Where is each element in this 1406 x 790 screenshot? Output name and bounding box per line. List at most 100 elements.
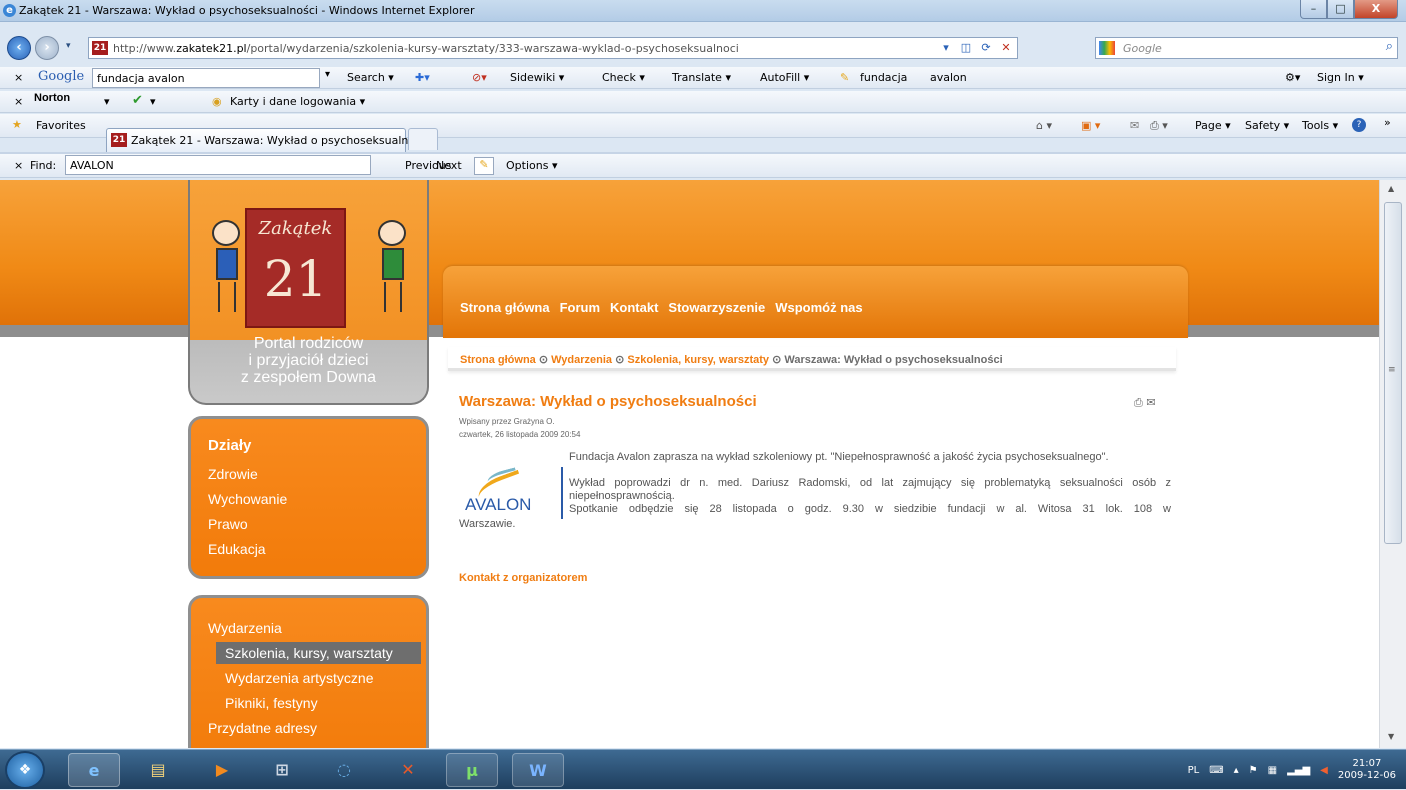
safe-web-dropdown-icon[interactable]: ▾ bbox=[150, 95, 156, 108]
norton-toolbar-close-icon[interactable]: × bbox=[14, 95, 23, 108]
new-tab-button[interactable] bbox=[408, 128, 438, 150]
spell-check-button[interactable]: Check ▾ bbox=[602, 71, 645, 84]
stop-icon[interactable]: ✕ bbox=[998, 40, 1014, 56]
add-button-icon[interactable]: ✚▾ bbox=[415, 71, 430, 84]
taskbar-ie-icon[interactable]: e bbox=[68, 753, 120, 787]
highlight-all-icon[interactable]: ✎ bbox=[474, 157, 494, 175]
recent-pages-dropdown-icon[interactable]: ▾ bbox=[66, 41, 71, 51]
search-icon[interactable]: ⌕ bbox=[1386, 39, 1393, 54]
address-dropdown-icon[interactable]: ▾ bbox=[938, 40, 954, 56]
menu-item-events[interactable]: Wydarzenia bbox=[208, 620, 282, 636]
breadcrumb-events[interactable]: Wydarzenia bbox=[551, 354, 612, 366]
norton-toolbar: × Norton ▾ ✔ ▾ ◉ Karty i dane logowania … bbox=[0, 91, 1406, 113]
menu-item-health[interactable]: Zdrowie bbox=[208, 466, 258, 482]
search-box[interactable]: Google ⌕ bbox=[1095, 37, 1398, 59]
help-icon[interactable]: ? bbox=[1352, 118, 1366, 132]
menu-item-picnics[interactable]: Pikniki, festyny bbox=[225, 695, 318, 711]
network-tray-icon[interactable]: ▦ bbox=[1268, 765, 1277, 776]
nav-home[interactable]: Strona główna bbox=[460, 300, 550, 315]
tools-menu[interactable]: Tools ▾ bbox=[1302, 119, 1338, 132]
safe-web-check-icon[interactable]: ✔ bbox=[132, 93, 143, 108]
nav-association[interactable]: Stowarzyszenie bbox=[668, 300, 765, 315]
close-button[interactable]: X bbox=[1354, 0, 1398, 19]
breadcrumb: Strona główna ⊙ Wydarzenia ⊙ Szkolenia, … bbox=[448, 347, 1176, 371]
nav-support[interactable]: Wspomóż nas bbox=[775, 300, 862, 315]
volume-icon[interactable]: ◀ bbox=[1320, 765, 1328, 776]
search-term-avalon[interactable]: avalon bbox=[930, 71, 967, 84]
query-dropdown-icon[interactable]: ▾ bbox=[325, 69, 330, 80]
feeds-icon[interactable]: ▣ ▾ bbox=[1081, 119, 1100, 132]
settings-wrench-icon[interactable]: ⚙▾ bbox=[1285, 71, 1300, 84]
taskbar-utorrent-icon[interactable]: µ bbox=[446, 753, 498, 787]
breadcrumb-home[interactable]: Strona główna bbox=[460, 354, 536, 366]
menu-item-useful-addresses[interactable]: Przydatne adresy bbox=[208, 720, 317, 736]
print-icon[interactable]: ⎙ bbox=[1134, 396, 1143, 409]
norton-dropdown-icon[interactable]: ▾ bbox=[104, 95, 110, 108]
scrollbar-grip-icon: ≡ bbox=[1388, 365, 1396, 375]
norton-logo[interactable]: Norton bbox=[34, 92, 70, 104]
safety-menu[interactable]: Safety ▾ bbox=[1245, 119, 1289, 132]
address-bar[interactable]: 21 http://www.zakatek21.pl/portal/wydarz… bbox=[88, 37, 1018, 59]
google-search-button[interactable]: Search ▾ bbox=[347, 71, 394, 84]
taskbar-word-icon[interactable]: W bbox=[512, 753, 564, 787]
translate-button[interactable]: Translate ▾ bbox=[672, 71, 731, 84]
nav-contact[interactable]: Kontakt bbox=[610, 300, 658, 315]
taskbar-app-icon[interactable]: ✕ bbox=[382, 753, 434, 787]
page-menu[interactable]: Page ▾ bbox=[1195, 119, 1231, 132]
taskbar-explorer-icon[interactable]: ▤ bbox=[132, 753, 184, 787]
menu-item-trainings[interactable]: Szkolenia, kursy, warsztaty bbox=[225, 645, 393, 661]
refresh-icon[interactable]: ⟳ bbox=[978, 40, 994, 56]
search-term-fundacja[interactable]: fundacja bbox=[860, 71, 907, 84]
site-logo-panel[interactable]: Zakątek 21 Portal rodziców i przyjaciół … bbox=[188, 180, 429, 405]
vertical-scrollbar[interactable]: ▲ ≡ ▼ bbox=[1379, 180, 1406, 748]
signal-strength-icon[interactable]: ▂▄▆ bbox=[1287, 765, 1310, 776]
tab-favicon: 21 bbox=[111, 133, 127, 147]
menu-item-law[interactable]: Prawo bbox=[208, 516, 248, 532]
find-bar-close-icon[interactable]: × bbox=[14, 159, 23, 172]
menu-item-upbringing[interactable]: Wychowanie bbox=[208, 491, 287, 507]
home-icon[interactable]: ⌂ ▾ bbox=[1036, 119, 1052, 132]
google-toolbar-close-icon[interactable]: × bbox=[14, 71, 23, 84]
sign-in-button[interactable]: Sign In ▾ bbox=[1317, 71, 1364, 84]
keyboard-icon[interactable]: ⌨ bbox=[1209, 765, 1223, 776]
clock[interactable]: 21:07 2009-12-06 bbox=[1338, 758, 1396, 782]
favorites-button[interactable]: Favorites bbox=[36, 119, 86, 132]
maximize-button[interactable]: □ bbox=[1327, 0, 1354, 19]
highlight-icon[interactable]: ✎ bbox=[840, 71, 849, 84]
taskbar-media-player-icon[interactable]: ▶ bbox=[196, 753, 248, 787]
article-date: czwartek, 26 listopada 2009 20:54 bbox=[459, 430, 581, 439]
show-hidden-icons-icon[interactable]: ▴ bbox=[1234, 765, 1239, 776]
sidewiki-button[interactable]: Sidewiki ▾ bbox=[510, 71, 564, 84]
google-search-input[interactable]: fundacja avalon bbox=[92, 68, 320, 88]
back-button[interactable]: ‹ bbox=[7, 36, 31, 60]
contact-organizer-link[interactable]: Kontakt z organizatorem bbox=[459, 572, 587, 584]
menu-item-education[interactable]: Edukacja bbox=[208, 541, 266, 557]
menu-item-art-events[interactable]: Wydarzenia artystyczne bbox=[225, 670, 373, 686]
more-chevron-icon[interactable]: » bbox=[1384, 116, 1391, 129]
print-icon[interactable]: ⎙ ▾ bbox=[1150, 119, 1168, 133]
popup-blocker-icon[interactable]: ⊘▾ bbox=[472, 71, 487, 84]
browser-tab-active[interactable]: 21 Zakątek 21 - Warszawa: Wykład o psych… bbox=[106, 128, 419, 152]
find-input[interactable]: AVALON bbox=[65, 155, 371, 175]
taskbar-sync-icon[interactable]: ◌ bbox=[318, 753, 370, 787]
compatibility-icon[interactable]: ◫ bbox=[958, 40, 974, 56]
identity-safe-button[interactable]: Karty i dane logowania ▾ bbox=[230, 95, 365, 108]
mail-icon[interactable]: ✉ bbox=[1130, 119, 1139, 132]
scroll-up-icon[interactable]: ▲ bbox=[1388, 184, 1394, 193]
minimize-button[interactable]: – bbox=[1300, 0, 1327, 19]
find-options-button[interactable]: Options ▾ bbox=[506, 159, 557, 172]
autofill-button[interactable]: AutoFill ▾ bbox=[760, 71, 809, 84]
email-icon[interactable]: ✉ bbox=[1146, 396, 1155, 409]
taskbar-network-icon[interactable]: ⊞ bbox=[256, 753, 308, 787]
find-bar: × Find: AVALON Previous Next ✎ Options ▾ bbox=[0, 154, 1406, 178]
article-title[interactable]: Warszawa: Wykład o psychoseksualności bbox=[459, 393, 757, 410]
scroll-down-icon[interactable]: ▼ bbox=[1388, 732, 1394, 741]
find-next-button[interactable]: Next bbox=[436, 159, 462, 172]
language-indicator[interactable]: PL bbox=[1188, 765, 1200, 776]
start-button[interactable]: ❖ bbox=[5, 751, 45, 789]
action-center-flag-icon[interactable]: ⚑ bbox=[1249, 765, 1258, 776]
forward-button[interactable]: › bbox=[35, 36, 59, 60]
sections-heading: Działy bbox=[208, 437, 252, 454]
nav-forum[interactable]: Forum bbox=[560, 300, 600, 315]
breadcrumb-trainings[interactable]: Szkolenia, kursy, warsztaty bbox=[627, 354, 769, 366]
